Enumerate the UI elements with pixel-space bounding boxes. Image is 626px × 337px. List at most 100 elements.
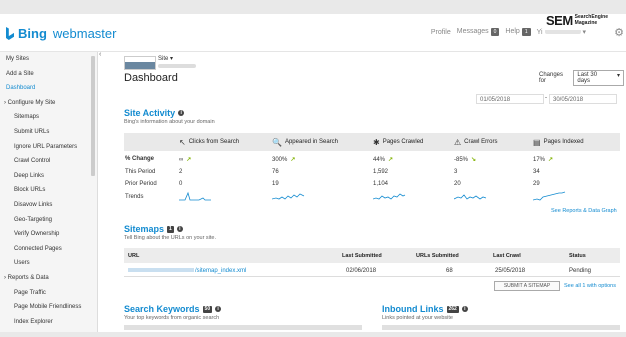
site-selector[interactable]: Site ▾ (158, 55, 173, 62)
trend-up-icon: ↗ (388, 156, 394, 163)
sidebar-item-users[interactable]: Users (0, 256, 97, 271)
info-icon[interactable]: i (461, 306, 468, 312)
col-last-submitted: Last Submitted (342, 252, 382, 259)
trend-sparkline[interactable] (532, 191, 620, 203)
trend-sparkline[interactable] (372, 191, 454, 203)
sidebar-item-deep-links[interactable]: Deep Links (0, 169, 97, 184)
activity-value: 0 (179, 181, 183, 188)
sitemaps-subtitle: Tell Bing about the URLs on your site. (124, 235, 217, 241)
activity-value: ∞ (179, 156, 184, 163)
activity-value: 20 (454, 181, 461, 188)
sidebar-item-submit-urls[interactable]: Submit URLs (0, 125, 97, 140)
bing-logo[interactable]: Bing webmaster (6, 26, 116, 41)
sitemaps-heading: Sitemaps 1 i (124, 224, 183, 234)
trend-sparkline[interactable] (453, 191, 533, 203)
sidebar-item-page-mobile-friendliness[interactable]: Page Mobile Friendliness (0, 300, 97, 315)
sidebar-item-label: Page Traffic (14, 289, 46, 296)
activity-cell: 0 (179, 181, 272, 187)
brand-bing: Bing (18, 26, 47, 41)
date-to-field[interactable]: 30/05/2018 (549, 94, 617, 104)
sitemap-url-cell[interactable]: /sitemap_index.xml (124, 268, 342, 274)
sidebar: My Sites Add a Site Dashboard › Configure M… (0, 52, 98, 332)
main-content: Site ▾ Dashboard Changes for Last 30 day… (124, 52, 624, 332)
sidebar-item-label: Users (14, 260, 30, 267)
messages-link[interactable]: Messages 0 (457, 28, 500, 36)
help-link[interactable]: Help 1 (505, 28, 531, 36)
sidebar-item-label: Configure My Site (7, 99, 56, 106)
sidebar-item-block-urls[interactable]: Block URLs (0, 183, 97, 198)
activity-cell: 44% ↗ (373, 156, 454, 163)
activity-row: Prior Period 0 19 1,104 20 29 (124, 178, 620, 191)
info-icon[interactable]: i (176, 226, 183, 232)
sitemap-last-submitted: 02/06/2018 (346, 267, 377, 274)
submit-sitemap-button[interactable]: SUBMIT A SITEMAP (494, 281, 560, 291)
activity-cell: 1,592 (373, 169, 454, 175)
sidebar-item-connected-pages[interactable]: Connected Pages (0, 242, 97, 257)
browser-window: Bing webmaster Profile Messages 0 Help 1 Y… (0, 14, 626, 332)
activity-cell: ∞ ↗ (179, 156, 272, 163)
period-select[interactable]: Last 30 days ▾ (573, 70, 624, 86)
sidebar-item-label: Crawl Control (14, 158, 51, 165)
sidebar-item-reports-data[interactable]: › Reports & Data (0, 271, 97, 286)
activity-row-label: This Period (125, 168, 156, 175)
trend-down-icon: ↘ (471, 156, 477, 163)
table-row: /sitemap_index.xml 02/06/2018 68 25/05/2… (124, 265, 620, 277)
sitemaps-table-header: URL Last Submitted URLs Submitted Last C… (124, 248, 620, 263)
col-last-crawl: Last Crawl (493, 252, 521, 259)
activity-row-label: Trends (125, 194, 144, 201)
trend-up-icon: ↗ (548, 156, 554, 163)
activity-cell: 3 (454, 169, 533, 175)
see-all-sitemaps-link[interactable]: See all 1 with options (564, 283, 616, 289)
sidebar-item-disavow-links[interactable]: Disavow Links (0, 198, 97, 213)
activity-row: % Change ∞ ↗ 300% ↗ 44% ↗ -85% ↘ 17% ↗ (124, 153, 620, 166)
activity-cell: 76 (272, 169, 373, 175)
error-icon: ⚠ (454, 137, 462, 147)
sidebar-item-ignore-url-parameters[interactable]: Ignore URL Parameters (0, 140, 97, 155)
activity-row-label: % Change (125, 156, 155, 163)
sidebar-item-verify-ownership[interactable]: Verify Ownership (0, 227, 97, 242)
info-icon[interactable]: i (178, 110, 185, 116)
sidebar-item-index-explorer[interactable]: Index Explorer (0, 315, 97, 330)
chevron-down-icon: ▾ (616, 73, 620, 79)
sitemaps-title: Sitemaps (124, 224, 165, 234)
collapse-sidebar-icon[interactable]: ‹ (99, 51, 101, 58)
inbound-table-header (382, 325, 620, 330)
sitemap-url: /sitemap_index.xml (195, 267, 247, 274)
search-icon: 🔍 (272, 137, 282, 147)
changes-label: Changes for (539, 72, 564, 84)
page-title: Dashboard (124, 72, 178, 84)
activity-value: 29 (533, 181, 540, 188)
sidebar-item-page-traffic[interactable]: Page Traffic (0, 286, 97, 301)
sidebar-item-label: Page Mobile Friendliness (14, 304, 82, 311)
inbound-links-subtitle: Links pointed at your website (382, 315, 453, 321)
sidebar-item-label: Geo-Targeting (14, 216, 53, 223)
top-bar: Bing webmaster Profile Messages 0 Help 1 Y… (0, 14, 626, 52)
profile-link[interactable]: Profile (431, 29, 451, 36)
info-icon[interactable]: i (215, 306, 222, 312)
sidebar-item-geo-targeting[interactable]: Geo-Targeting (0, 213, 97, 228)
spider-icon: ✱ (373, 137, 380, 147)
see-reports-link[interactable]: See Reports & Data Graph (551, 208, 617, 214)
changes-filter: Changes for Last 30 days ▾ (539, 70, 624, 86)
sidebar-item-sitemaps[interactable]: Sitemaps (0, 110, 97, 125)
cursor-icon: ↖ (179, 137, 186, 147)
bing-logo-icon (6, 27, 14, 40)
activity-value: 17% (533, 156, 546, 163)
date-from-field[interactable]: 01/05/2018 (476, 94, 544, 104)
sidebar-item-crawl-control[interactable]: Crawl Control (0, 154, 97, 169)
activity-value: 1,104 (373, 181, 389, 188)
activity-cell: 2 (179, 169, 272, 175)
sitemap-domain-redacted (128, 267, 194, 272)
trend-sparkline[interactable] (179, 191, 272, 203)
sidebar-item-add-a-site[interactable]: Add a Site (0, 67, 97, 82)
activity-row-label: Prior Period (125, 181, 157, 188)
sidebar-scrollbar[interactable] (91, 56, 95, 176)
sidebar-item-label: Verify Ownership (14, 231, 60, 238)
sidebar-item-configure-my-site[interactable]: › Configure My Site (0, 96, 97, 111)
sidebar-item-my-sites[interactable]: My Sites (0, 52, 97, 67)
sidebar-item-dashboard[interactable]: Dashboard (0, 81, 97, 96)
trend-sparkline[interactable] (271, 191, 373, 203)
sidebar-item-label: Block URLs (14, 187, 46, 194)
activity-cell: 17% ↗ (533, 156, 620, 163)
site-url-redacted (158, 64, 196, 68)
